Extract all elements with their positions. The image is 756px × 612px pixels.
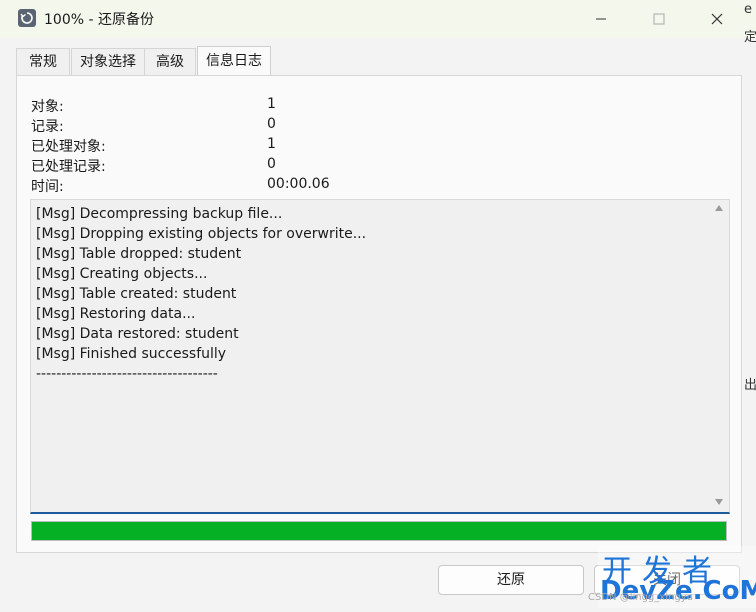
tab-general[interactable]: 常规 — [16, 48, 70, 75]
log-line: [Msg] Decompressing backup file... — [36, 206, 283, 222]
progress-bar-fill — [32, 522, 726, 540]
watermark: 开发者 DevZe.CoM CSDN @lingg_xingyu — [588, 546, 756, 608]
log-line: [Msg] Dropping existing objects for over… — [36, 226, 367, 242]
log-lines: [Msg] Decompressing backup file... [Msg]… — [36, 204, 366, 384]
log-line: ------------------------------------ — [36, 366, 218, 382]
tab-info-log[interactable]: 信息日志 — [197, 46, 271, 76]
background-text: 定 — [744, 30, 756, 45]
window-title: 100% - 还原备份 — [44, 12, 154, 28]
log-line: [Msg] Table created: student — [36, 286, 237, 302]
log-line: [Msg] Data restored: student — [36, 326, 239, 342]
minimize-button[interactable] — [578, 0, 624, 38]
time-label: 时间: — [31, 179, 64, 195]
background-text: e — [744, 2, 752, 17]
processed-records-label: 已处理记录: — [31, 159, 106, 175]
records-value: 0 — [267, 116, 276, 132]
info-log-panel: 对象: 1 记录: 0 已处理对象: 1 已处理记录: 0 时间: 00:00.… — [16, 75, 742, 553]
processed-objects-label: 已处理对象: — [31, 139, 106, 155]
log-line: [Msg] Finished successfully — [36, 346, 227, 362]
processed-records-value: 0 — [267, 156, 276, 172]
log-textarea[interactable]: [Msg] Decompressing backup file... [Msg]… — [30, 199, 730, 514]
scroll-down-arrow-icon[interactable] — [714, 498, 724, 506]
tab-advanced[interactable]: 高级 — [144, 48, 196, 75]
background-text: 出 — [744, 378, 756, 393]
objects-label: 对象: — [31, 99, 64, 115]
time-value: 00:00.06 — [267, 176, 330, 192]
tab-object-selection[interactable]: 对象选择 — [71, 48, 145, 75]
processed-objects-value: 1 — [267, 136, 276, 152]
restore-app-icon — [18, 9, 36, 27]
scroll-up-arrow-icon[interactable] — [714, 204, 724, 212]
log-line: [Msg] Table dropped: student — [36, 246, 242, 262]
progress-bar — [31, 521, 727, 541]
objects-value: 1 — [267, 96, 276, 112]
log-line: [Msg] Restoring data... — [36, 306, 196, 322]
log-line: [Msg] Creating objects... — [36, 266, 208, 282]
close-window-button[interactable] — [694, 0, 740, 38]
restore-button[interactable]: 还原 — [438, 565, 584, 595]
maximize-button[interactable] — [636, 0, 682, 38]
records-label: 记录: — [31, 119, 64, 135]
title-bar: 100% - 还原备份 — [0, 0, 756, 38]
watermark-credit: CSDN @lingg_xingyu — [588, 592, 693, 603]
